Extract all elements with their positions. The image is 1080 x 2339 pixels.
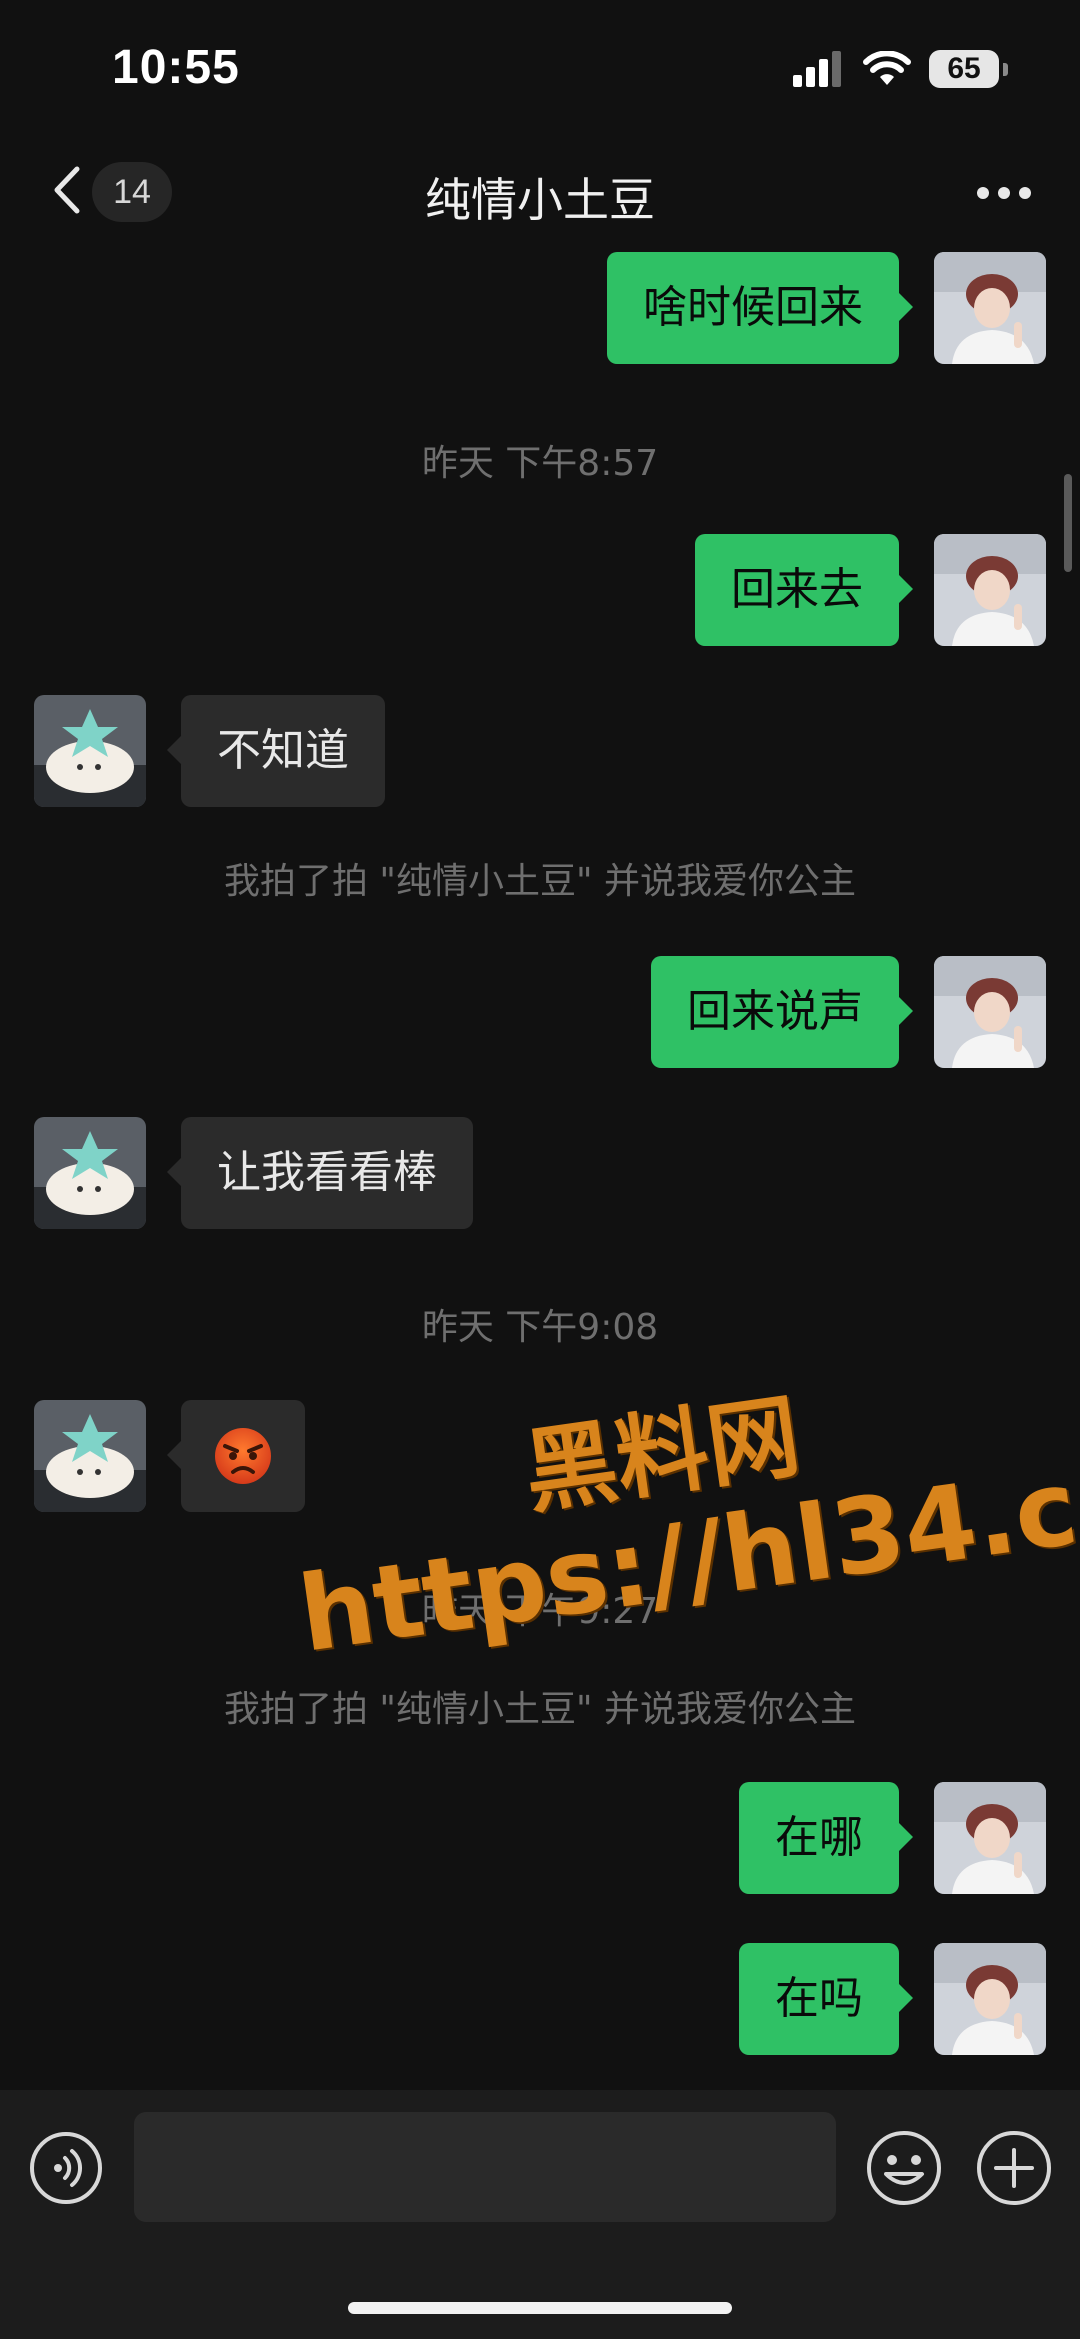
- cellular-signal-icon: [793, 51, 841, 87]
- message-timestamp: 昨天 下午9:08: [421, 1307, 659, 1348]
- wifi-icon: [863, 51, 911, 85]
- avatar-self[interactable]: [934, 956, 1046, 1068]
- message-row: 在吗: [0, 1943, 1080, 2059]
- message-input[interactable]: [134, 2112, 836, 2222]
- status-time: 10:55: [112, 41, 240, 94]
- message-timestamp: 昨天 下午8:57: [421, 443, 659, 484]
- battery-tip: [1003, 62, 1008, 76]
- more-actions-button[interactable]: [974, 2128, 1054, 2208]
- message-row: 不知道: [0, 695, 1080, 811]
- more-dots-icon: [977, 187, 1031, 199]
- battery-indicator: 65: [929, 50, 999, 88]
- more-options-button[interactable]: [972, 168, 1036, 218]
- avatar-self[interactable]: [934, 1782, 1046, 1894]
- pat-system-note: 我拍了拍 "纯情小土豆" 并说我爱你公主: [223, 861, 856, 902]
- message-bubble-outgoing[interactable]: 回来去: [695, 534, 913, 646]
- message-bubble-incoming[interactable]: 不知道: [167, 695, 385, 807]
- avatar-contact[interactable]: [34, 1400, 146, 1512]
- chat-screen: 10:55 65 14 纯情小土豆 啥时候回来 昨天 下午8:57 回来去 不知…: [0, 0, 1080, 2339]
- message-row: 回来说声: [0, 956, 1080, 1072]
- message-row: 回来去: [0, 534, 1080, 650]
- avatar-self[interactable]: [934, 1943, 1046, 2055]
- avatar-self[interactable]: [934, 534, 1046, 646]
- message-row: 让我看看棒: [0, 1117, 1080, 1233]
- angry-face-emoji: [215, 1428, 271, 1484]
- home-indicator[interactable]: [348, 2302, 732, 2314]
- message-bubble-outgoing[interactable]: 回来说声: [651, 956, 913, 1068]
- message-bubble-outgoing[interactable]: 在哪: [739, 1782, 913, 1894]
- emoji-icon: [867, 2131, 941, 2205]
- voice-icon: [30, 2132, 102, 2204]
- message-bubble-outgoing[interactable]: 在吗: [739, 1943, 913, 2055]
- nav-bar: 14 纯情小土豆: [0, 140, 1080, 246]
- emoji-button[interactable]: [864, 2128, 944, 2208]
- avatar-contact[interactable]: [34, 695, 146, 807]
- avatar-contact[interactable]: [34, 1117, 146, 1229]
- message-bubble-incoming[interactable]: [167, 1400, 305, 1512]
- chat-title: 纯情小土豆: [425, 173, 655, 227]
- status-icons: 65: [793, 50, 1008, 88]
- message-bubble-incoming[interactable]: 让我看看棒: [167, 1117, 473, 1229]
- message-row: 在哪: [0, 1782, 1080, 1898]
- message-bubble-outgoing[interactable]: 啥时候回来: [607, 252, 913, 364]
- status-bar: 10:55 65: [0, 0, 1080, 140]
- plus-icon: [977, 2131, 1051, 2205]
- avatar-self[interactable]: [934, 252, 1046, 364]
- pat-system-note: 我拍了拍 "纯情小土豆" 并说我爱你公主: [223, 1689, 856, 1730]
- scroll-indicator[interactable]: [1064, 474, 1072, 572]
- message-row: 啥时候回来: [0, 252, 1080, 368]
- voice-input-button[interactable]: [28, 2130, 104, 2206]
